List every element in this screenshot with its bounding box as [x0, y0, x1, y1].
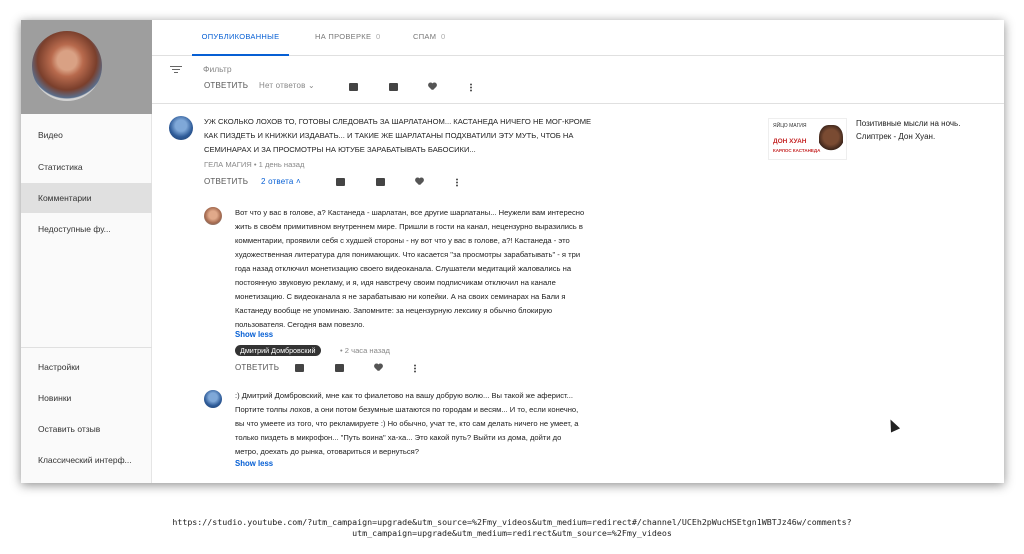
reply-button[interactable]: ОТВЕТИТЬ: [204, 177, 248, 186]
main-content: ОПУБЛИКОВАННЫЕ НА ПРОВЕРКЕ 0 СПАМ 0 Филь…: [152, 20, 1004, 483]
sidebar-item-comments[interactable]: Комментарии: [21, 183, 152, 213]
thumb-channel-label: ЯЙЦО МАГИЯ: [773, 123, 807, 129]
dislike-icon[interactable]: [335, 364, 344, 372]
sidebar-item-analytics[interactable]: Статистика: [21, 152, 152, 182]
sidebar-divider: [21, 347, 152, 348]
filter-input[interactable]: Фильтр: [203, 64, 232, 74]
reply-line: Портите толпы лохов, а они потом безумны…: [235, 405, 579, 414]
reply-line: Вот что у вас в голове, а? Кастанеда - ш…: [235, 208, 585, 217]
reply-button[interactable]: ОТВЕТИТЬ: [235, 363, 279, 372]
author-chip[interactable]: Дмитрий Домбровский: [235, 345, 321, 356]
reply-line: постоянную звуковую рекламу, и я, идя на…: [235, 278, 556, 287]
channel-avatar[interactable]: [32, 31, 102, 101]
reply-line: комментарии, проявили себя с худшей стор…: [235, 236, 570, 245]
heart-icon[interactable]: [428, 83, 437, 91]
more-icon[interactable]: [456, 178, 458, 187]
like-icon[interactable]: [349, 83, 358, 91]
tab-published[interactable]: ОПУБЛИКОВАННЫЕ: [192, 20, 289, 56]
sidebar-item-feedback[interactable]: Оставить отзыв: [21, 414, 152, 444]
dislike-icon[interactable]: [389, 83, 398, 91]
reply-text: Вот что у вас в голове, а? Кастанеда - ш…: [235, 206, 584, 332]
reply-button[interactable]: ОТВЕТИТЬ: [204, 81, 248, 90]
url-caption: https://studio.youtube.com/?utm_campaign…: [0, 517, 1024, 539]
tab-bar: ОПУБЛИКОВАННЫЕ НА ПРОВЕРКЕ 0 СПАМ 0: [152, 20, 1004, 56]
tab-spam[interactable]: СПАМ 0: [413, 20, 446, 56]
thumb-title: ДОН ХУАН: [773, 138, 807, 145]
studio-window: Видео Статистика Комментарии Недоступные…: [21, 20, 1004, 483]
comment-author[interactable]: ГЕЛА МАГИЯ: [204, 160, 252, 169]
url-line: utm_campaign=upgrade&utm_medium=redirect…: [352, 528, 672, 538]
sidebar-item-whats-new[interactable]: Новинки: [21, 383, 152, 413]
reply-line: пользователя. Сегодня вам повезло.: [235, 320, 365, 329]
comment-line: УЖ СКОЛЬКО ЛОХОВ ТО, ГОТОВЫ СЛЕДОВАТЬ ЗА…: [204, 117, 592, 126]
commenter-avatar[interactable]: [169, 116, 193, 140]
comment-line: СЕМИНАРАХ И ЗА ПРОСМОТРЫ НА ЮТУБЕ ЗАРАБА…: [204, 145, 476, 154]
channel-header: [21, 20, 152, 114]
show-less-link[interactable]: Show less: [235, 330, 273, 339]
like-icon[interactable]: [336, 178, 345, 186]
sidebar-item-unavailable[interactable]: Недоступные фу...: [21, 214, 152, 244]
comment-actions-row: ОТВЕТИТЬ Нет ответов ⌄: [152, 81, 1004, 104]
filter-icon[interactable]: [170, 66, 182, 74]
reply-line: жить в своём примитивном внутреннем мире…: [235, 222, 583, 231]
reply-line: метро, доехать до рынка, отовариться и в…: [235, 447, 419, 456]
replier-avatar[interactable]: [204, 207, 222, 225]
reply-line: вы что умеете из того, что рекламируете …: [235, 419, 579, 428]
sidebar-item-settings[interactable]: Настройки: [21, 352, 152, 382]
filter-bar: Фильтр: [152, 56, 1004, 82]
thumb-subtitle: КАРЛОС КАСТАНЕДА: [773, 148, 821, 153]
comment-text: УЖ СКОЛЬКО ЛОХОВ ТО, ГОТОВЫ СЛЕДОВАТЬ ЗА…: [204, 115, 591, 157]
commenter-avatar[interactable]: [204, 390, 222, 408]
reply-line: художественная литература для понимающих…: [235, 250, 581, 259]
replies-toggle[interactable]: Нет ответов ⌄: [259, 81, 315, 90]
more-icon[interactable]: [414, 364, 416, 373]
video-title[interactable]: Позитивные мысли на ночь. Слиптрек - Дон…: [856, 118, 984, 143]
sidebar-item-classic[interactable]: Классический интерф...: [21, 445, 152, 475]
more-icon[interactable]: [470, 83, 472, 92]
url-line: https://studio.youtube.com/?utm_campaign…: [172, 517, 852, 527]
reply-line: Кастанеду вообще не упоминаю. Запомните:…: [235, 306, 553, 315]
comment-line: КАК ПИЗДЕТЬ И КНИЖКИ ИЗДАВАТЬ... И ТАКИЕ…: [204, 131, 574, 140]
show-less-link[interactable]: Show less: [235, 459, 273, 468]
video-thumbnail[interactable]: ЯЙЦО МАГИЯ ДОН ХУАН КАРЛОС КАСТАНЕДА: [768, 118, 847, 160]
thumb-portrait: [819, 125, 843, 155]
reply-line: только пиздеть в микрофон... "Путь воина…: [235, 433, 562, 442]
reply-time: • 2 часа назад: [340, 346, 390, 355]
sidebar-item-videos[interactable]: Видео: [21, 120, 152, 150]
comment-time[interactable]: 1 день назад: [259, 160, 305, 169]
heart-icon[interactable]: [415, 178, 424, 186]
dislike-icon[interactable]: [376, 178, 385, 186]
reply-line: :) Дмитрий Домбровский, мне как то фиале…: [235, 391, 574, 400]
replies-toggle[interactable]: 2 ответа ˄: [261, 177, 301, 186]
reply-line: года назад отключил монетизацию своего в…: [235, 264, 572, 273]
reply-text: :) Дмитрий Домбровский, мне как то фиале…: [235, 389, 578, 459]
like-icon[interactable]: [295, 364, 304, 372]
reply-line: монетизацию. С видеоканала я не зарабаты…: [235, 292, 566, 301]
comment-meta: ГЕЛА МАГИЯ • 1 день назад: [204, 160, 305, 169]
tab-review[interactable]: НА ПРОВЕРКЕ 0: [315, 20, 381, 56]
sidebar: Видео Статистика Комментарии Недоступные…: [21, 20, 152, 483]
heart-icon[interactable]: [374, 364, 383, 372]
